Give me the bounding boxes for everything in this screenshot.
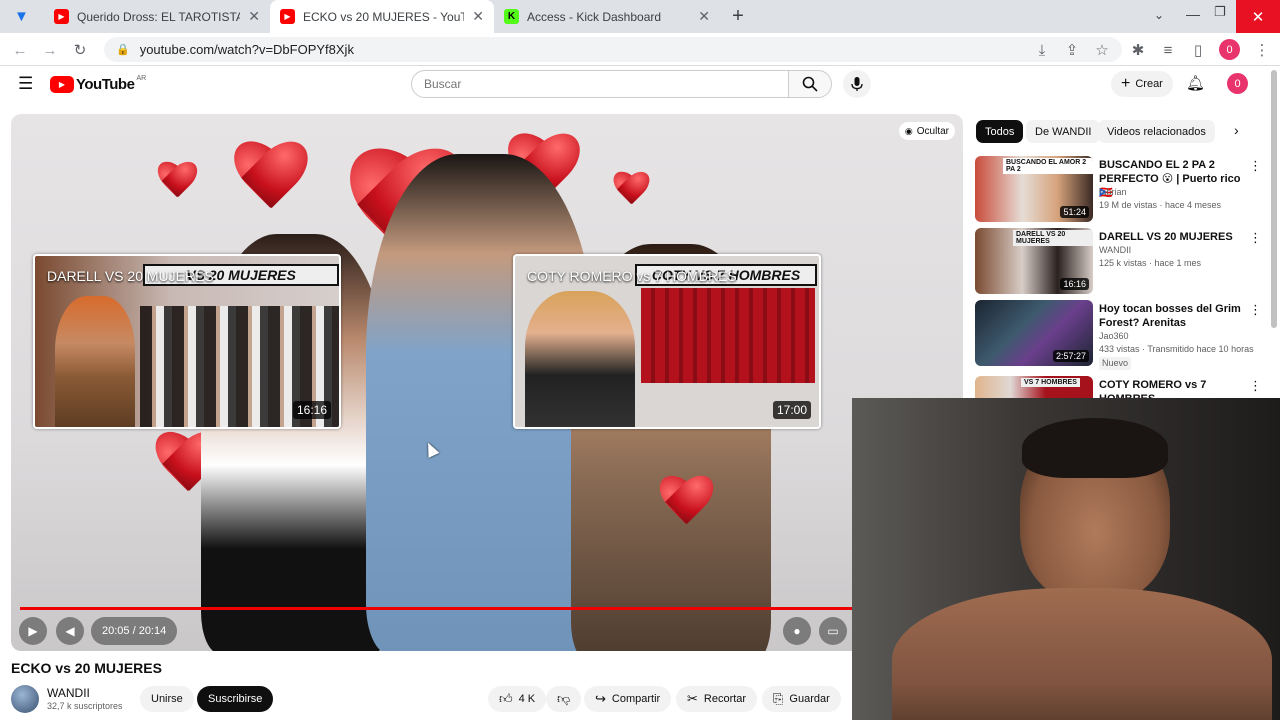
search-button[interactable] — [788, 70, 832, 98]
streamer-hair — [1022, 418, 1168, 478]
eye-off-icon: ◉ — [904, 125, 913, 136]
voice-search-button[interactable] — [843, 70, 871, 98]
scissors-icon: ✂ — [687, 691, 698, 706]
youtube-favicon-icon: ▶ — [280, 9, 295, 24]
address-bar[interactable]: 🔒 youtube.com/watch?v=DbFOPYf8Xjk — [104, 37, 1122, 62]
minimize-icon[interactable]: — — [1186, 6, 1200, 22]
like-button[interactable]: 👍︎ 4 K — [488, 686, 547, 712]
bookmark-star-icon[interactable]: ☆ — [1092, 40, 1112, 60]
progress-bar[interactable] — [20, 607, 943, 610]
more-options-icon[interactable]: ⋮ — [1249, 302, 1262, 318]
video-player[interactable]: ◉ Ocultar VS 20 MUJERES DARELL VS 20 MUJ… — [11, 114, 963, 651]
profile-avatar[interactable]: 0 — [1219, 39, 1240, 60]
join-button[interactable]: Unirse — [140, 686, 194, 712]
endcard-video-coty[interactable]: COTY VS 7 HOMBRES COTY ROMERO vs 7 HOMBR… — [513, 254, 821, 429]
heart-balloon — [229, 142, 311, 224]
page-scrollbar[interactable] — [1271, 70, 1277, 328]
tab-querido-dross[interactable]: ▶ Querido Dross: EL TAROTISTA - Y ✕ — [44, 0, 270, 33]
thumbs-up-icon: 👍︎ — [499, 691, 513, 706]
youtube-header: ☰ ▶ YouTube AR Buscar + Crear 🔔︎ 0 — [0, 66, 1280, 102]
autoplay-toggle-icon[interactable]: ● — [783, 617, 811, 645]
volume-icon[interactable]: ◀ — [56, 617, 84, 645]
play-icon[interactable]: ▶ — [19, 617, 47, 645]
chip-todos[interactable]: Todos — [976, 120, 1024, 143]
tab-list-chevron-icon[interactable]: ⌄ — [1154, 8, 1164, 22]
darell-figure — [55, 296, 135, 427]
close-tab-icon[interactable]: ✕ — [248, 8, 260, 25]
red-curtain — [641, 288, 815, 383]
extensions-icon[interactable]: ✱ — [1128, 40, 1148, 60]
share-button[interactable]: ↪ Compartir — [584, 686, 672, 712]
sidebar-video-item[interactable]: DARELL VS 20 MUJERES 16:16 DARELL VS 20 … — [975, 228, 1275, 294]
close-window-icon[interactable]: ✕ — [1236, 0, 1280, 33]
youtube-logo[interactable]: ▶ YouTube AR — [50, 75, 146, 93]
tab-kick-dashboard[interactable]: K Access - Kick Dashboard ✕ — [494, 0, 720, 33]
search-input[interactable]: Buscar — [411, 70, 789, 98]
more-options-icon[interactable]: ⋮ — [1249, 158, 1262, 174]
search-icon — [802, 76, 818, 92]
share-arrow-icon: ↪ — [595, 691, 606, 706]
heart-balloon — [611, 172, 651, 212]
endcard-video-darell[interactable]: VS 20 MUJERES DARELL VS 20 MUJERES 16:16 — [33, 254, 341, 429]
time-display: 20:05 / 20:14 — [91, 617, 178, 645]
plus-icon: + — [1121, 75, 1131, 92]
save-button[interactable]: ⎘ Guardar — [762, 686, 841, 712]
tab-ecko-vs-20-mujeres[interactable]: ▶ ECKO vs 20 MUJERES - YouTube ✕ — [270, 0, 494, 33]
back-arrow-icon[interactable]: ← — [10, 40, 30, 60]
subtitles-icon[interactable]: ▭ — [819, 617, 847, 645]
thumbs-down-icon: 👎︎ — [557, 691, 571, 706]
new-badge: Nuevo — [1099, 357, 1132, 370]
channel-avatar[interactable] — [11, 685, 39, 713]
clip-button[interactable]: ✂ Recortar — [676, 686, 758, 712]
install-icon[interactable]: ⤓ — [1032, 40, 1052, 60]
close-tab-icon[interactable]: ✕ — [698, 8, 710, 25]
video-thumbnail: DARELL VS 20 MUJERES 16:16 — [975, 228, 1093, 294]
youtube-favicon-icon: ▶ — [54, 9, 69, 24]
video-thumbnail: 2:57:27 — [975, 300, 1093, 366]
video-title: ECKO vs 20 MUJERES — [11, 660, 162, 676]
dislike-button[interactable]: 👎︎ — [546, 686, 582, 712]
restore-window-icon[interactable]: ❐ — [1214, 4, 1226, 20]
youtube-play-icon: ▶ — [50, 75, 74, 93]
close-tab-icon[interactable]: ✕ — [472, 8, 484, 25]
more-options-icon[interactable]: ⋮ — [1249, 230, 1262, 246]
media-control-icon[interactable]: ≡ — [1158, 40, 1178, 60]
lock-icon: 🔒 — [116, 44, 130, 56]
subscriber-count: 32,7 k suscriptores — [47, 701, 123, 711]
create-button[interactable]: + Crear — [1111, 71, 1173, 97]
hamburger-menu-icon[interactable]: ☰ — [18, 74, 33, 94]
browser-menu-icon[interactable]: ⋮ — [1252, 40, 1272, 60]
video-thumbnail: BUSCANDO EL AMOR 2 PA 2 51:24 — [975, 156, 1093, 222]
forward-arrow-icon[interactable]: → — [40, 40, 60, 60]
reload-icon[interactable]: ↻ — [70, 40, 90, 60]
chip-videos-relacionados[interactable]: Videos relacionados — [1098, 120, 1215, 143]
red-flowers — [656, 476, 716, 536]
heart-balloon — [155, 162, 199, 206]
browser-tab-strip: ▼ ▶ Querido Dross: EL TAROTISTA - Y ✕ ▶ … — [0, 0, 1280, 33]
share-icon[interactable]: ⇪ — [1062, 40, 1082, 60]
sidebar-video-item[interactable]: 2:57:27 Hoy tocan bosses del Grim Forest… — [975, 300, 1275, 370]
save-playlist-icon: ⎘ — [773, 691, 784, 706]
more-options-icon[interactable]: ⋮ — [1249, 378, 1262, 394]
new-tab-button[interactable]: + — [728, 5, 748, 27]
coty-figure — [525, 291, 635, 427]
channel-name[interactable]: WANDII — [47, 686, 90, 700]
hide-endcards-button[interactable]: ◉ Ocultar — [898, 122, 955, 140]
browser-toolbar: ← → ↻ 🔒 youtube.com/watch?v=DbFOPYf8Xjk … — [0, 33, 1280, 66]
kick-favicon-icon: K — [504, 9, 519, 24]
subscribe-button[interactable]: Suscribirse — [197, 686, 274, 712]
chevron-right-icon[interactable]: › — [1234, 122, 1239, 138]
microphone-icon — [851, 77, 863, 91]
chip-de-wandii[interactable]: De WANDII — [1026, 120, 1101, 143]
notifications-bell-icon[interactable]: 🔔︎ — [1186, 74, 1205, 92]
side-panel-icon[interactable]: ▯ — [1188, 40, 1208, 60]
streamer-body — [892, 588, 1272, 720]
tab-search-icon[interactable]: ▼ — [14, 8, 32, 26]
webcam-overlay — [852, 398, 1280, 720]
sidebar-video-item[interactable]: BUSCANDO EL AMOR 2 PA 2 51:24 BUSCANDO E… — [975, 156, 1275, 222]
youtube-avatar[interactable]: 0 — [1227, 73, 1248, 94]
